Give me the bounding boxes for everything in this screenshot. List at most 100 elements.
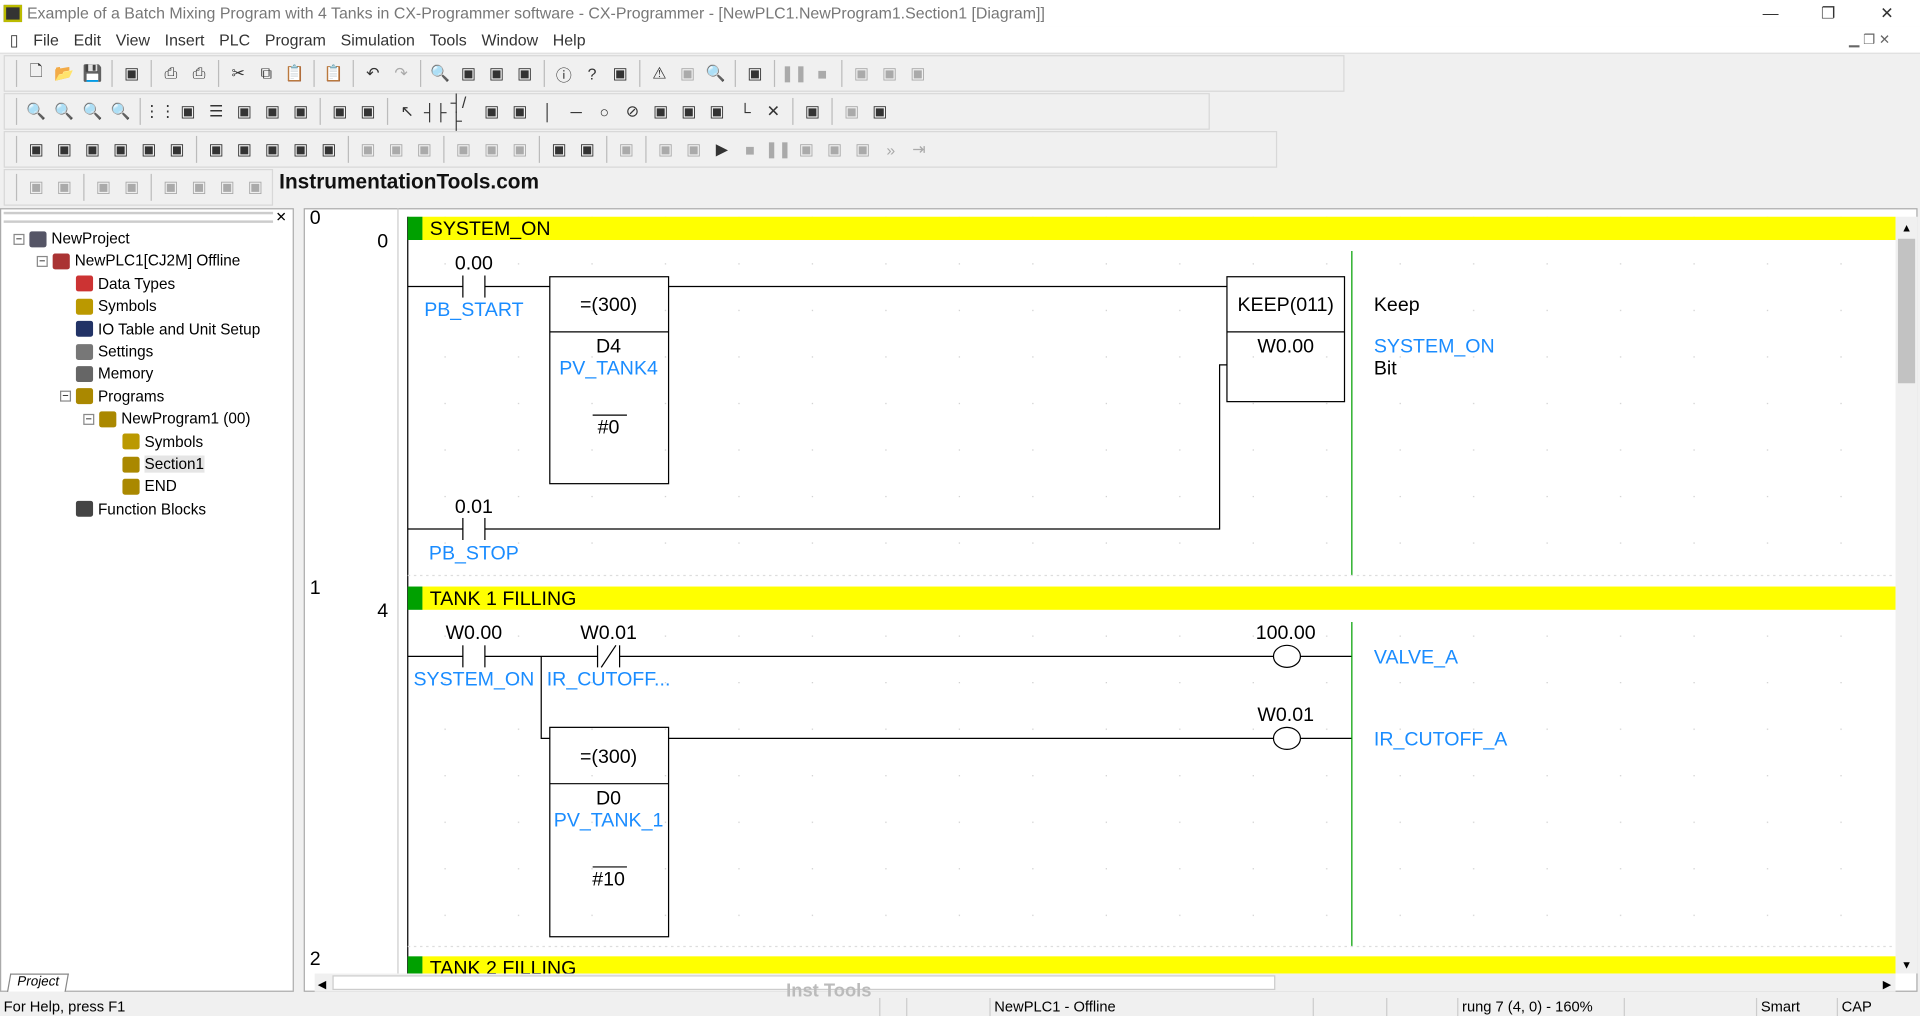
find-icon[interactable]: 🔍 [427,61,453,87]
copy-icon[interactable]: ⧉ [253,61,279,87]
panel-grip[interactable] [3,211,274,223]
menu-plc[interactable]: PLC [212,27,258,54]
tree-item-function-blocks[interactable]: Function Blocks [60,501,206,518]
tree-item-newprogram1-00-[interactable]: − NewProgram1 (00) [83,410,251,428]
lines-icon[interactable]: ▣ [91,174,117,200]
plc-warning-icon[interactable]: ▣ [742,61,768,87]
menu-help[interactable]: Help [545,27,592,54]
new-icon[interactable]: 🗋 [23,61,49,87]
upload-icon[interactable]: ▣ [877,61,903,87]
tree-item-newplc1-cj2m-offline[interactable]: − NewPLC1[CJ2M] Offline [36,253,241,270]
print-preview-icon[interactable]: ⎙ [186,61,212,87]
ladder-diagram[interactable]: 0 0 SYSTEM_ON 0.00 PB_START =(300) D4 PV_TA… [303,208,1918,992]
tree-item-section1[interactable]: Section1 [107,455,205,473]
hand-icon[interactable]: ▣ [653,137,679,163]
transfer-icon[interactable]: ▣ [849,61,875,87]
close-button[interactable]: ✕ [1859,0,1915,27]
ladder-icon[interactable]: ▣ [231,99,257,125]
compile-icon[interactable]: ▣ [675,61,701,87]
context-help-icon[interactable]: ▣ [607,61,633,87]
coil-icon[interactable]: ○ [591,99,617,125]
menu-program[interactable]: Program [257,27,333,54]
sim-task-icon[interactable]: ▣ [613,137,639,163]
decimal-icon[interactable]: ▣ [355,137,381,163]
rung-comment-bar[interactable] [422,216,1896,241]
save-icon[interactable]: 💾 [80,61,106,87]
help-icon[interactable]: ? [579,61,605,87]
grid-icon[interactable]: ⋮⋮ [144,99,176,125]
corner-icon[interactable]: └ [732,99,758,125]
delete-icon[interactable]: ✕ [760,99,786,125]
fast-forward-icon[interactable]: » [878,137,904,163]
trace4-icon[interactable]: ▣ [242,174,268,200]
tree-item-data-types[interactable]: Data Types [60,275,175,292]
zoom-icon[interactable]: 🔍 [80,99,106,125]
mdi-controls[interactable]: ▁ ❐ ✕ [1849,27,1890,54]
zoom-fit-icon[interactable]: 🔍 [51,99,77,125]
menu-tools[interactable]: Tools [422,27,474,54]
end-icon[interactable]: ⇥ [906,137,932,163]
horizontal-icon[interactable]: ─ [563,99,589,125]
tree-item-symbols[interactable]: Symbols [60,298,157,315]
edit-icon[interactable]: ▣ [164,137,190,163]
tree-item-symbols[interactable]: Symbols [107,433,203,450]
warning-icon[interactable]: ⚠ [647,61,673,87]
project-tab[interactable]: Project [6,973,70,992]
contact-no-icon[interactable]: ┤├ [422,99,448,125]
menu-simulation[interactable]: Simulation [333,27,422,54]
up-icon[interactable]: ▣ [451,137,477,163]
preview-icon[interactable]: ▣ [119,61,145,87]
list-icon[interactable]: ☰ [203,99,229,125]
step-in-icon[interactable]: ▣ [793,137,819,163]
expand-toggle[interactable]: − [83,413,95,425]
ci-icon[interactable]: ▣ [355,99,381,125]
minimize-button[interactable]: — [1742,0,1798,27]
vertical-icon[interactable]: │ [535,99,561,125]
panel-close-button[interactable]: ✕ [276,209,287,226]
transfer-icon[interactable]: ▣ [839,99,865,125]
tree-item-settings[interactable]: Settings [60,343,153,360]
trace2-icon[interactable]: ▣ [186,174,212,200]
block-icon[interactable]: ▣ [676,99,702,125]
or-contact-icon[interactable]: ▣ [479,99,505,125]
ladder-view-icon[interactable]: ▣ [260,137,286,163]
undo-icon[interactable]: ↶ [360,61,386,87]
down-icon[interactable]: ▣ [479,137,505,163]
about-icon[interactable]: ⓘ [551,61,577,87]
horizontal-scrollbar[interactable]: ◀ ▶ [314,973,1896,992]
function-block-icon[interactable]: ▣ [203,137,229,163]
find-warning-icon[interactable]: 🔍 [703,61,729,87]
symbol-table-icon[interactable]: ▣ [260,99,286,125]
trace3-icon[interactable]: ▣ [214,174,240,200]
print-icon[interactable]: ⎙ [158,61,184,87]
branch-icon[interactable]: ▣ [704,99,730,125]
step-icon[interactable]: ▣ [681,137,707,163]
tree-item-io-table-and-unit-setup[interactable]: IO Table and Unit Setup [60,320,260,337]
zoom-in-icon[interactable]: 🔍 [23,99,49,125]
trace-icon[interactable]: ▣ [158,174,184,200]
menu-edit[interactable]: Edit [66,27,108,54]
sma-icon[interactable]: ▣ [327,99,353,125]
replace-icon[interactable]: ▣ [456,61,482,87]
simulator-icon[interactable]: ▣ [546,137,572,163]
compare-icon[interactable]: ▣ [905,61,931,87]
run-icon[interactable]: ▶ [709,137,735,163]
properties-icon[interactable]: ▣ [136,137,162,163]
menu-view[interactable]: View [108,27,157,54]
or-nc-icon[interactable]: ▣ [507,99,533,125]
tree-item-programs[interactable]: − Programs [60,388,164,405]
watch-icon[interactable]: ▣ [80,137,106,163]
signed-icon[interactable]: ▣ [383,137,409,163]
menu-file[interactable]: File [26,27,66,54]
expand-toggle[interactable]: − [60,390,72,402]
lines2-icon[interactable]: ▣ [119,174,145,200]
outdent-icon[interactable]: ▣ [51,174,77,200]
contact-nc-icon[interactable]: ┤/├ [451,93,477,130]
rung-comment-bar[interactable] [422,586,1896,610]
cut-icon[interactable]: ✂ [225,61,251,87]
project-window-icon[interactable]: ▣ [23,137,49,163]
data-icon[interactable]: ▣ [316,137,342,163]
online-edit-icon[interactable]: ▣ [800,99,826,125]
stop-icon[interactable]: ■ [809,61,835,87]
menu-insert[interactable]: Insert [157,27,212,54]
